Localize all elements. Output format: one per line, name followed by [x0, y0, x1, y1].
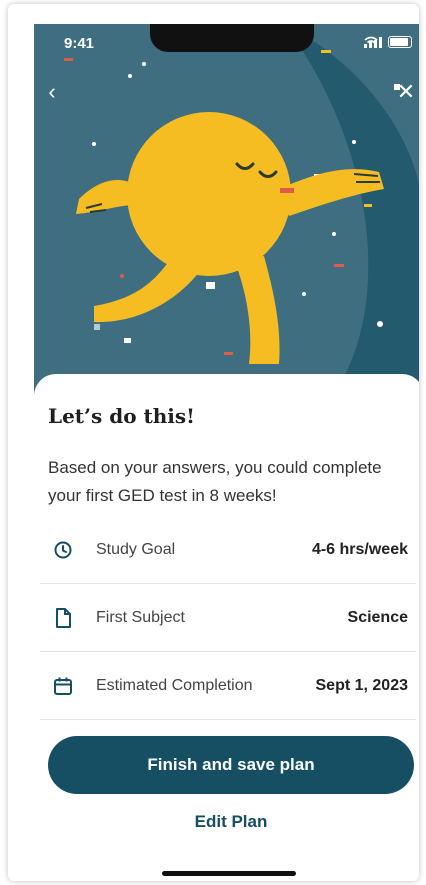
plan-row-value: Science: [347, 608, 408, 626]
home-indicator: [162, 871, 296, 876]
close-button[interactable]: ✕: [394, 80, 418, 104]
wifi-icon: [364, 36, 378, 47]
plan-row-value: 4-6 hrs/week: [311, 540, 408, 558]
status-time: 9:41: [64, 35, 95, 52]
celebration-illustration: 9:41 ‹ ✕: [34, 24, 419, 394]
device-notch: [150, 24, 314, 52]
status-icons: [364, 36, 412, 48]
battery-icon: [388, 36, 412, 48]
plan-row-label: Estimated Completion: [96, 676, 253, 694]
plan-row-study-goal: Study Goal 4-6 hrs/week: [40, 516, 416, 584]
close-icon: ✕: [396, 79, 416, 104]
chevron-left-icon: ‹: [48, 79, 56, 104]
plan-row-first-subject: First Subject Science: [40, 584, 416, 652]
phone-frame: 9:41 ‹ ✕ Let’s do this! Based on your an…: [8, 4, 419, 881]
edit-plan-link[interactable]: Edit Plan: [48, 812, 414, 832]
plan-row-label: Study Goal: [96, 540, 176, 558]
plan-row-estimated-completion: Estimated Completion Sept 1, 2023: [40, 652, 416, 720]
document-icon: [50, 605, 76, 631]
finish-and-save-plan-button[interactable]: Finish and save plan: [48, 736, 414, 794]
plan-row-label: First Subject: [96, 608, 185, 626]
calendar-icon: [50, 673, 76, 699]
clock-icon: [50, 537, 76, 563]
plan-description: Based on your answers, you could complet…: [48, 458, 382, 505]
back-button[interactable]: ‹: [40, 80, 64, 104]
plan-summary-sheet: Let’s do this! Based on your answers, yo…: [34, 374, 419, 881]
plan-row-value: Sept 1, 2023: [315, 676, 409, 694]
dancing-mascot-illustration: [64, 24, 419, 394]
page-title: Let’s do this!: [48, 404, 195, 428]
